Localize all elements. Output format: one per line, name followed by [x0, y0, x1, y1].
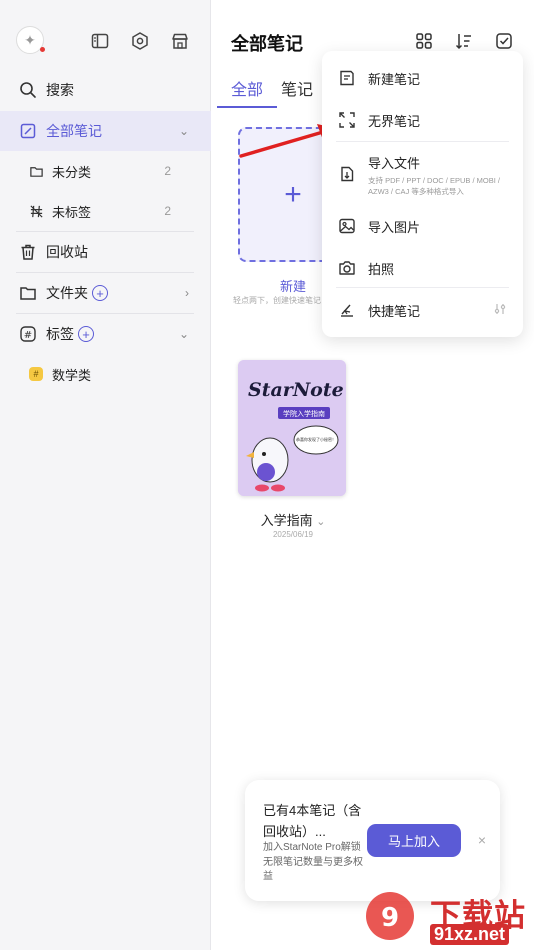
import-file-icon	[341, 166, 354, 182]
note-icon	[18, 121, 38, 141]
untagged-icon	[28, 201, 44, 221]
search-icon	[18, 80, 38, 100]
menu-item-label: 无界笔记	[368, 114, 421, 129]
menu-item-label: 快捷笔记	[368, 304, 421, 319]
select-icon[interactable]	[494, 31, 514, 51]
menu-item-label: 导入文件	[368, 156, 421, 171]
chevron-down-icon[interactable]: ⌄	[179, 327, 189, 341]
menu-divider	[336, 141, 509, 142]
create-menu: 新建笔记 无界笔记 导入文件 支持 PDF / PPT / DOC / EPUB…	[322, 51, 523, 337]
store-icon[interactable]	[170, 31, 190, 51]
notification-dot	[40, 47, 45, 52]
menu-divider	[336, 287, 509, 288]
expand-icon	[339, 112, 355, 128]
menu-item-label: 导入图片	[368, 220, 421, 235]
folder-outline-icon	[28, 161, 44, 181]
notebook-title[interactable]: 入学指南 ⌄	[238, 510, 348, 529]
promo-title: 已有4本笔记（含回收站）...	[263, 803, 362, 839]
chevron-down-icon[interactable]: ⌄	[316, 516, 325, 528]
add-folder-icon[interactable]: +	[92, 285, 108, 301]
join-now-button[interactable]: 马上加入	[367, 824, 461, 857]
notebook-date: 2025/06/19	[272, 530, 314, 539]
sidebar-item-label: 回收站	[46, 244, 88, 260]
sidebar-item-tag-math[interactable]: # 数学类	[0, 354, 211, 394]
watermark-url: 91xz.net	[430, 924, 510, 945]
cover-bubble-text: 恭喜你发现了小秘密！	[296, 436, 336, 442]
svg-text:#: #	[24, 330, 32, 341]
notebook-cover[interactable]: StarNote 学院入学指南 恭喜你发现了小秘密！	[238, 360, 346, 496]
page-title: 全部笔记	[231, 34, 303, 54]
menu-item-quick-note[interactable]: 快捷笔记	[322, 301, 523, 320]
quick-note-icon	[341, 304, 353, 317]
menu-item-camera[interactable]: 拍照	[322, 259, 523, 278]
sidebar-search[interactable]: 搜索	[0, 70, 211, 110]
sort-icon[interactable]	[454, 31, 474, 51]
folder-icon	[18, 283, 38, 303]
count-badge: 2	[164, 164, 171, 178]
sidebar-item-label: 未分类	[52, 164, 92, 180]
tab-notes[interactable]: 笔记	[281, 76, 325, 108]
new-note-icon	[340, 70, 354, 86]
menu-item-label: 拍照	[368, 262, 395, 277]
close-icon[interactable]: ×	[478, 832, 486, 848]
sidebar-item-tags[interactable]: # 标签 + ⌄	[0, 314, 211, 354]
chevron-right-icon[interactable]: ›	[185, 286, 189, 300]
menu-item-new-note[interactable]: 新建笔记	[322, 69, 523, 88]
sidebar-item-label: 文件夹	[46, 285, 88, 301]
sidebar-item-all-notes[interactable]: 全部笔记 ⌄	[0, 111, 211, 151]
chevron-down-icon[interactable]: ⌄	[179, 124, 189, 138]
sidebar-item-label: 数学类	[52, 367, 92, 383]
sidebar-item-label: 全部笔记	[46, 123, 102, 139]
menu-item-infinite-note[interactable]: 无界笔记	[322, 111, 523, 130]
upgrade-promo-card: 已有4本笔记（含回收站）... 加入StarNote Pro解锁无限笔记数量与更…	[245, 780, 500, 901]
adjust-icon[interactable]	[493, 302, 507, 319]
tab-all[interactable]: 全部	[217, 76, 278, 108]
sidebar-item-folders[interactable]: 文件夹 + ›	[0, 273, 211, 313]
watermark: 9 下载站 91xz.net	[362, 888, 534, 950]
sidebar-toolbar: ✦	[16, 26, 194, 56]
search-label: 搜索	[46, 82, 74, 98]
cover-title: StarNote	[248, 379, 344, 401]
promo-body: 加入StarNote Pro解锁无限笔记数量与更多权益	[263, 842, 363, 882]
sidebar-item-uncategorized[interactable]: 未分类 2	[0, 151, 211, 191]
sidebar-item-label: 未标签	[52, 204, 92, 220]
grid-view-icon[interactable]	[414, 31, 434, 51]
sidebar-toggle-icon[interactable]	[90, 31, 110, 51]
cover-subtitle: 学院入学指南	[283, 409, 325, 418]
sidebar-item-untagged[interactable]: 未标签 2	[0, 191, 211, 231]
menu-item-import-image[interactable]: 导入图片	[322, 217, 523, 236]
new-note-hint: 轻点两下，创建快速笔记	[233, 296, 321, 305]
add-tag-icon[interactable]: +	[78, 326, 94, 342]
count-badge: 2	[164, 204, 171, 218]
plus-icon: +	[284, 177, 302, 211]
trash-icon	[18, 242, 38, 262]
menu-item-subtext: 支持 PDF / PPT / DOC / EPUB / MOBI / AZW3 …	[368, 176, 500, 196]
filter-tabs: 全部 笔记	[217, 76, 329, 108]
sidebar: ✦ 搜索 全部笔记 ⌄ 未分类 2 未标签 2 回收站 文件夹 + › # 标签…	[0, 0, 211, 950]
sidebar-item-trash[interactable]: 回收站	[0, 232, 211, 272]
svg-text:9: 9	[381, 903, 399, 933]
sidebar-item-label: 标签	[46, 326, 74, 342]
image-icon	[339, 218, 355, 234]
tag-icon: #	[28, 364, 44, 384]
avatar[interactable]: ✦	[16, 26, 45, 54]
settings-icon[interactable]	[130, 31, 150, 51]
camera-icon	[339, 261, 355, 275]
menu-item-import-file[interactable]: 导入文件 支持 PDF / PPT / DOC / EPUB / MOBI / …	[322, 153, 523, 197]
hashtag-icon: #	[18, 324, 38, 344]
sparkle-icon: ✦	[24, 31, 36, 48]
menu-item-label: 新建笔记	[368, 72, 421, 87]
notebook-cover-art: StarNote 学院入学指南 恭喜你发现了小秘密！	[238, 360, 346, 496]
watermark-logo-icon: 9	[366, 892, 414, 940]
